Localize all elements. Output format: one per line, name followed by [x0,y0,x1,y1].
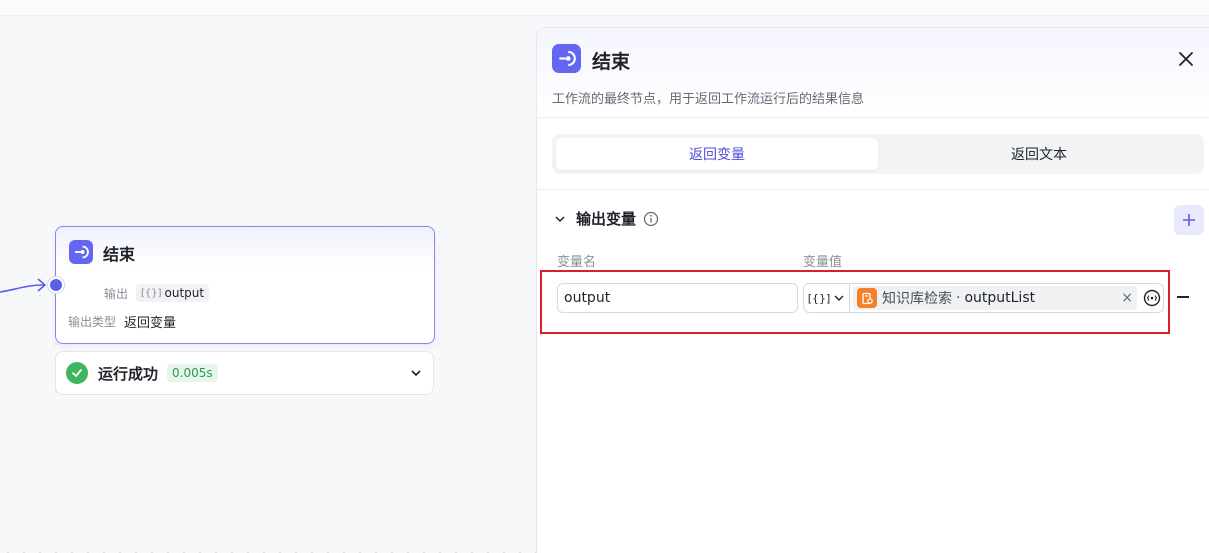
plus-icon [1183,214,1195,226]
panel-header: 结束 工作流的最终节点，用于返回工作流运行后的结果信息 [537,28,1209,118]
variable-picker-icon[interactable] [1143,289,1161,307]
output-variables-header[interactable]: 输出变量 [554,208,659,229]
success-check-icon [66,362,88,384]
node-output-type-row: 输出类型 返回变量 [68,312,176,331]
column-header-value: 变量值 [803,255,843,270]
node-input-handle[interactable] [48,277,64,293]
node-output-type-label: 输出类型 [68,315,117,329]
panel-title: 结束 [592,51,631,73]
variable-value-field[interactable]: [{}] 知识库检索 · outputList × [803,283,1164,313]
chevron-down-icon [834,295,844,301]
close-icon[interactable] [1175,48,1197,70]
variable-name-input[interactable] [557,283,798,313]
return-mode-tabs: 返回变量 返回文本 [552,134,1204,174]
status-text: 运行成功 [98,364,159,383]
array-type-icon: [{}] [807,291,831,305]
chevron-down-icon[interactable] [409,366,423,380]
knowledge-base-icon [857,288,877,308]
run-time-badge: 0.005s [167,364,218,382]
add-variable-button[interactable] [1174,205,1204,235]
chevron-down-icon[interactable] [554,213,566,225]
remove-variable-button[interactable] [1177,296,1189,298]
tab-return-variable[interactable]: 返回变量 [556,138,878,170]
variable-reference-chip[interactable]: 知识库检索 · outputList × [853,286,1137,310]
node-title: 结束 [103,245,136,264]
output-chip: [{}] output [136,284,210,302]
array-type-icon: [{}] [141,287,162,299]
panel-description: 工作流的最终节点，用于返回工作流运行后的结果信息 [552,92,865,107]
section-title: 输出变量 [576,210,637,228]
run-status-card[interactable]: 运行成功 0.005s [55,351,434,395]
end-node-icon [552,44,581,73]
node-output-label: 输出 [103,286,128,301]
column-header-name: 变量名 [557,255,597,270]
end-node-card[interactable]: 结束 输出 [{}] output 输出类型 返回变量 [55,226,435,344]
reference-variable: outputList [964,290,1036,306]
end-node-icon [69,240,93,264]
reference-source: 知识库检索 [882,291,952,307]
divider [537,189,1209,190]
node-output-row: 输出 [{}] output [94,284,210,302]
reference-separator: · [956,290,961,306]
node-output-type-value: 返回变量 [124,316,177,331]
tab-return-text[interactable]: 返回文本 [878,138,1200,170]
info-icon[interactable] [643,211,659,227]
output-chip-name: output [164,286,205,300]
node-config-panel: 结束 工作流的最终节点，用于返回工作流运行后的结果信息 返回变量 返回文本 输出… [536,27,1209,553]
clear-reference-button[interactable]: × [1121,290,1133,306]
top-bar [0,0,1209,16]
value-type-select[interactable]: [{}] [804,284,850,312]
